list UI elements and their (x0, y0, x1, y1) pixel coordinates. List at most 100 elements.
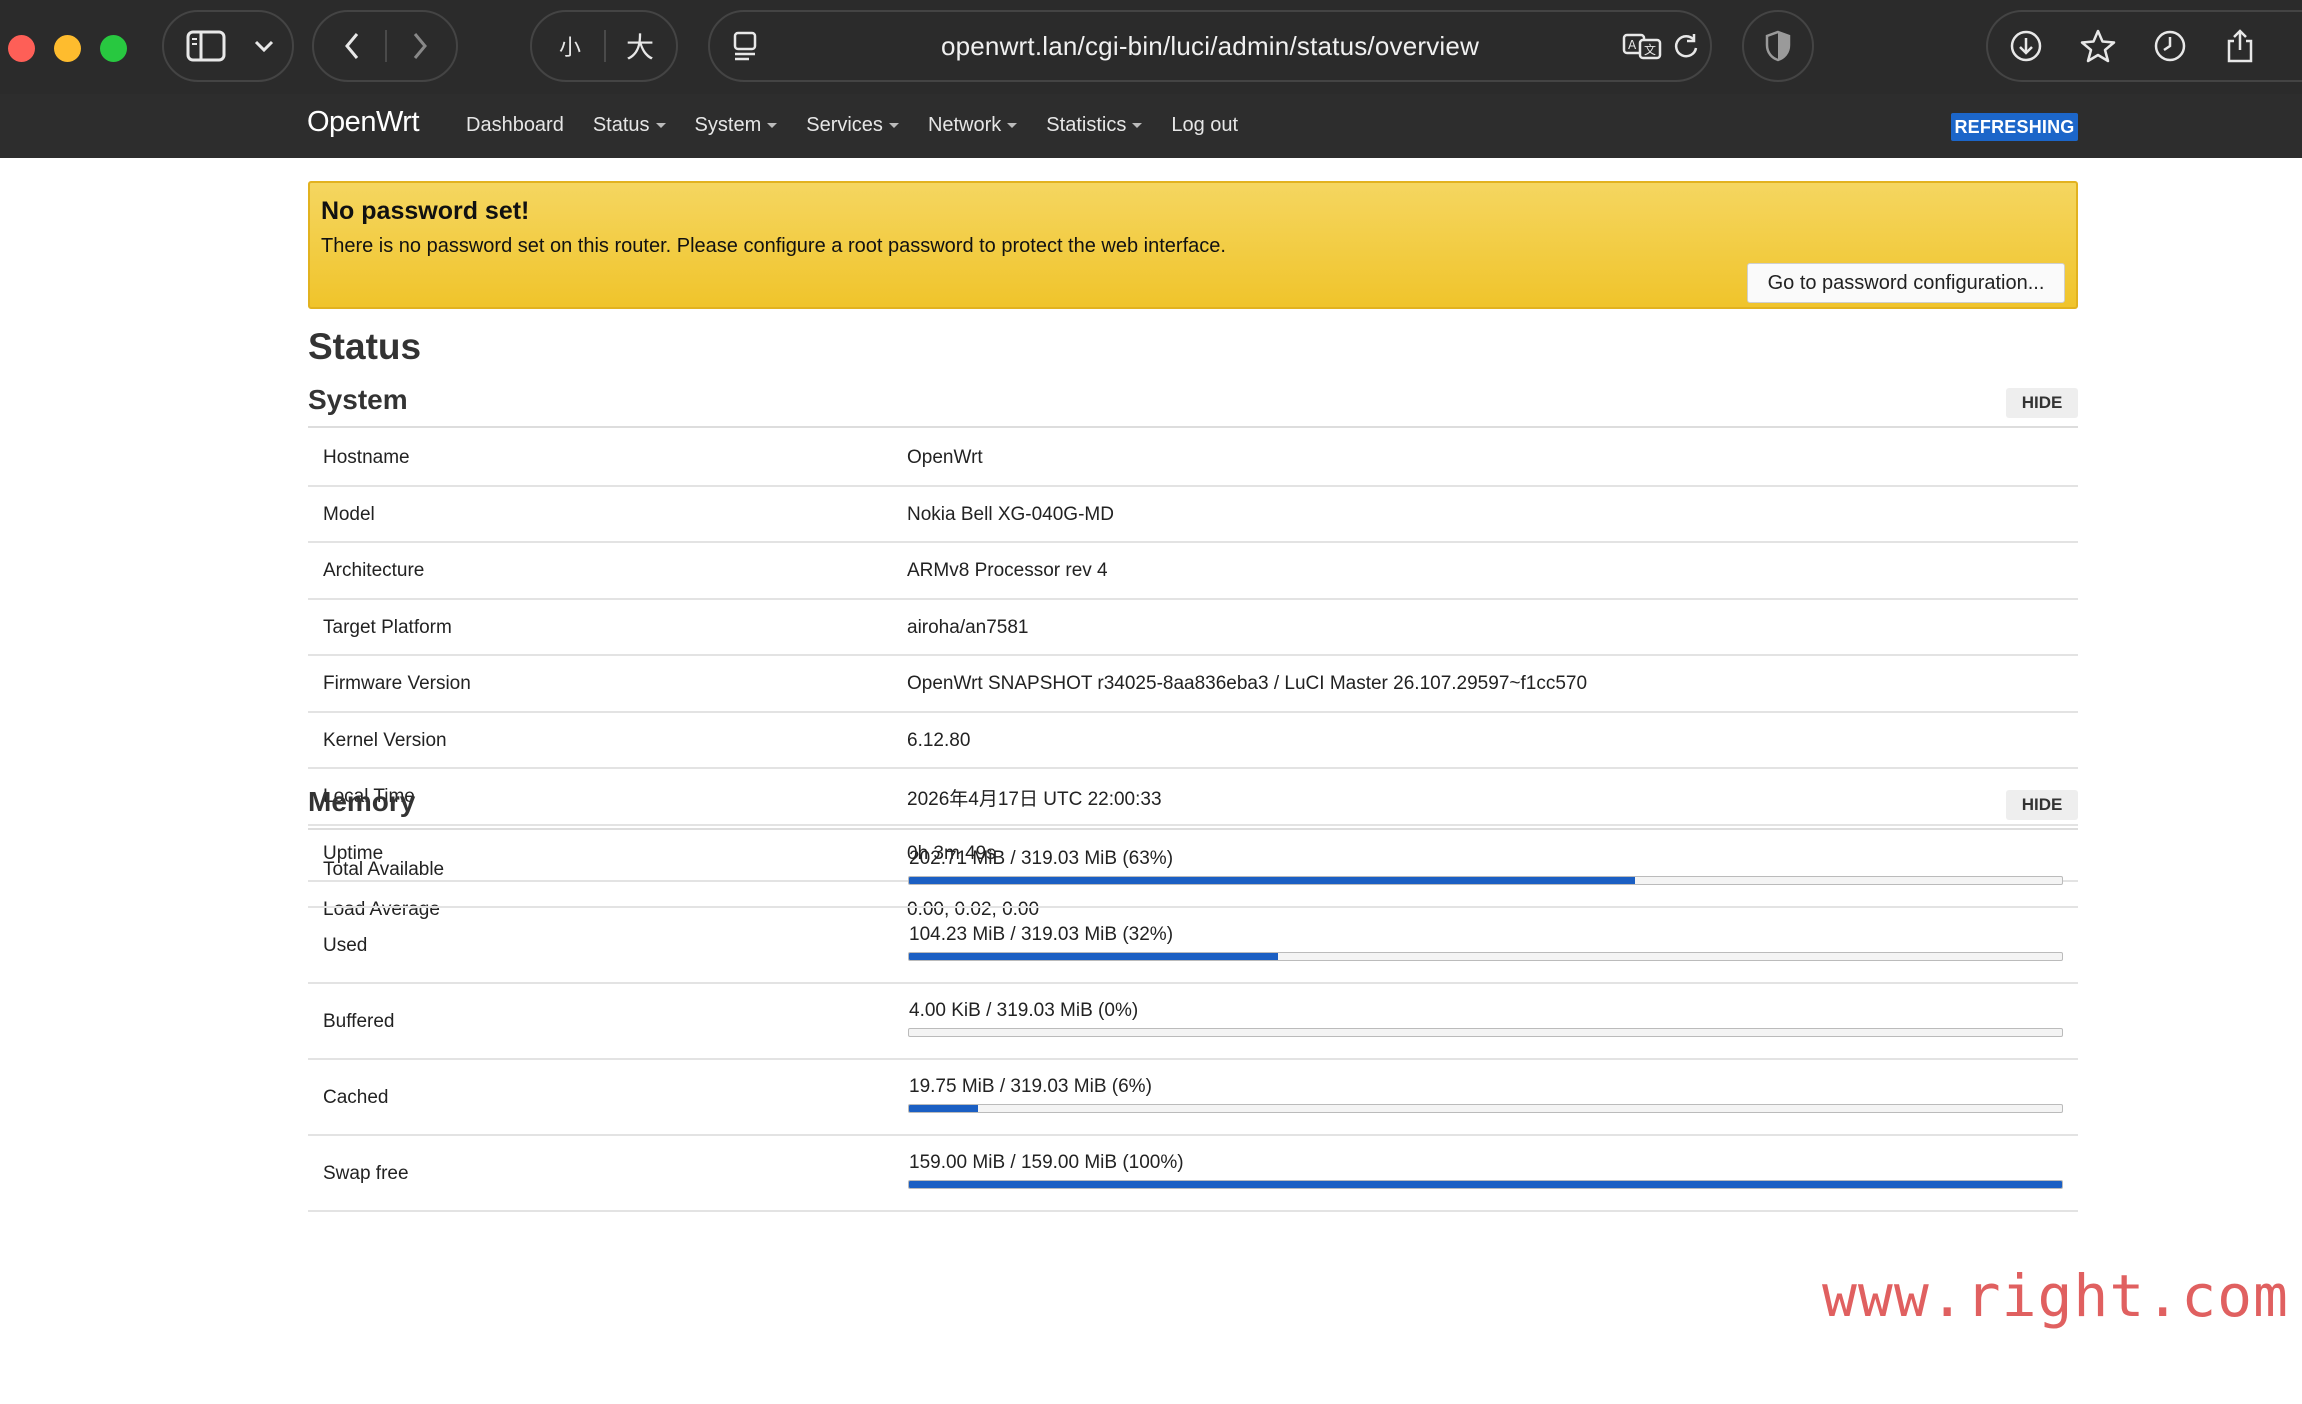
menu-item-label: Statistics (1046, 114, 1127, 136)
address-bar[interactable]: openwrt.lan/cgi-bin/luci/admin/status/ov… (708, 10, 1712, 82)
shield-icon[interactable] (1744, 12, 1812, 80)
menu-item-label: Services (806, 114, 883, 136)
memory-table: Total Available 202.71 MiB / 319.03 MiB (… (308, 832, 2078, 1212)
menu-item-system[interactable]: System (695, 114, 778, 137)
sidebar-toggle-group (162, 10, 294, 82)
memory-key: Total Available (323, 859, 445, 880)
brand-logo[interactable]: OpenWrt (307, 106, 420, 139)
menu-item-statistics[interactable]: Statistics (1046, 114, 1143, 137)
row-value: ARMv8 Processor rev 4 (907, 560, 1108, 581)
menu-item-status[interactable]: Status (593, 114, 666, 137)
alert-title: No password set! (321, 197, 530, 225)
menu-item-network[interactable]: Network (927, 114, 1018, 137)
memory-progress-bar (908, 876, 2063, 885)
close-window-button[interactable] (8, 35, 35, 62)
translate-icon[interactable]: A文 (1620, 12, 1664, 80)
alert-text: There is no password set on this router.… (321, 235, 1226, 257)
zoom-large-button[interactable]: 大 (610, 12, 670, 80)
memory-usage-label: 19.75 MiB / 319.03 MiB (6%) (909, 1076, 1152, 1097)
row-value: Nokia Bell XG-040G-MD (907, 503, 1114, 525)
toolbar-actions-group (1986, 10, 2302, 82)
row-key: Architecture (323, 560, 425, 581)
bookmark-star-icon[interactable] (2068, 12, 2128, 80)
system-hide-button[interactable]: HIDE (2006, 388, 2078, 418)
row-key: Firmware Version (323, 673, 471, 694)
watermark-text: www.right.com.cn (1822, 1262, 2302, 1330)
system-section-title: System (308, 384, 408, 415)
row-value: 6.12.80 (907, 729, 971, 751)
memory-progress-bar (908, 1104, 2063, 1113)
table-row: Hostname OpenWrt (308, 430, 2078, 487)
share-icon[interactable] (2210, 12, 2270, 80)
memory-progress-fill (909, 1181, 2062, 1188)
system-section-header: System HIDE (308, 378, 2078, 428)
row-key: Model (323, 503, 375, 525)
memory-key: Cached (323, 1087, 389, 1108)
caret-down-icon (888, 123, 899, 128)
memory-row: Cached 19.75 MiB / 319.03 MiB (6%) (308, 1060, 2078, 1136)
memory-row: Total Available 202.71 MiB / 319.03 MiB (… (308, 832, 2078, 908)
navigation-group (312, 10, 458, 82)
table-row: Kernel Version 6.12.80 (308, 713, 2078, 769)
zoom-small-button[interactable]: 小 (540, 12, 600, 80)
download-icon[interactable] (1996, 12, 2056, 80)
no-password-alert: No password set! There is no password se… (308, 181, 2078, 309)
memory-key: Used (323, 935, 368, 956)
menu-item-label: Dashboard (466, 114, 564, 136)
password-config-button[interactable]: Go to password configuration... (1747, 263, 2065, 303)
memory-row: Buffered 4.00 KiB / 319.03 MiB (0%) (308, 984, 2078, 1060)
forward-arrow-icon[interactable] (390, 12, 450, 80)
memory-section-title: Memory (308, 786, 416, 817)
row-key: Hostname (323, 447, 410, 468)
memory-usage-label: 104.23 MiB / 319.03 MiB (32%) (909, 924, 1174, 945)
history-clock-icon[interactable] (2140, 12, 2200, 80)
memory-progress-bar (908, 1028, 2063, 1037)
page-title: Status (308, 326, 422, 367)
privacy-report-group (1742, 10, 1814, 82)
memory-row: Used 104.23 MiB / 319.03 MiB (32%) (308, 908, 2078, 984)
reload-icon[interactable] (1666, 12, 1706, 80)
memory-progress-bar (908, 1180, 2063, 1189)
text-size-group: 小 大 (530, 10, 678, 82)
memory-key: Buffered (323, 1011, 395, 1032)
memory-usage-label: 159.00 MiB / 159.00 MiB (100%) (909, 1152, 1184, 1173)
sidebar-icon[interactable] (178, 12, 234, 80)
row-value: OpenWrt (907, 447, 983, 468)
minimize-window-button[interactable] (54, 35, 81, 62)
svg-text:文: 文 (1644, 42, 1656, 57)
url-text[interactable]: openwrt.lan/cgi-bin/luci/admin/status/ov… (710, 12, 1710, 80)
menu-item-dashboard[interactable]: Dashboard (466, 114, 564, 137)
memory-progress-bar (908, 952, 2063, 961)
row-key: Kernel Version (323, 729, 447, 751)
table-row: Target Platform airoha/an7581 (308, 600, 2078, 656)
menu-item-log-out[interactable]: Log out (1171, 114, 1238, 137)
menu-item-services[interactable]: Services (806, 114, 899, 137)
caret-down-icon (1132, 123, 1143, 128)
memory-usage-label: 202.71 MiB / 319.03 MiB (63%) (909, 848, 1174, 869)
caret-down-icon (1007, 123, 1018, 128)
menu-item-label: Status (592, 114, 650, 136)
memory-key: Swap free (323, 1163, 409, 1184)
browser-toolbar: 小 大 openwrt.lan/cgi-bin/luci/admin/statu… (0, 0, 2302, 94)
back-arrow-icon[interactable] (322, 12, 382, 80)
menu-item-label: Network (927, 114, 1002, 136)
memory-progress-fill (909, 1105, 979, 1112)
svg-text:A: A (1628, 38, 1637, 52)
refreshing-badge[interactable]: REFRESHING (1951, 113, 2078, 141)
memory-usage-label: 4.00 KiB / 319.03 MiB (0%) (909, 1000, 1139, 1021)
chevron-down-icon[interactable] (244, 12, 284, 80)
table-row: Architecture ARMv8 Processor rev 4 (308, 543, 2078, 600)
row-value: airoha/an7581 (907, 616, 1029, 638)
caret-down-icon (767, 123, 778, 128)
table-row: Model Nokia Bell XG-040G-MD (308, 487, 2078, 543)
zoom-window-button[interactable] (100, 35, 127, 62)
row-value: OpenWrt SNAPSHOT r34025-8aa836eba3 / LuC… (907, 673, 1588, 694)
menu-item-label: System (694, 114, 762, 136)
memory-hide-button[interactable]: HIDE (2006, 790, 2078, 820)
menu-item-label: Log out (1171, 114, 1239, 136)
row-key: Target Platform (323, 616, 452, 638)
table-row: Firmware Version OpenWrt SNAPSHOT r34025-… (308, 656, 2078, 713)
main-menu: Dashboard Status System Services Network Stat… (466, 114, 1267, 137)
caret-down-icon (655, 123, 666, 128)
memory-row: Swap free 159.00 MiB / 159.00 MiB (100%) (308, 1136, 2078, 1212)
